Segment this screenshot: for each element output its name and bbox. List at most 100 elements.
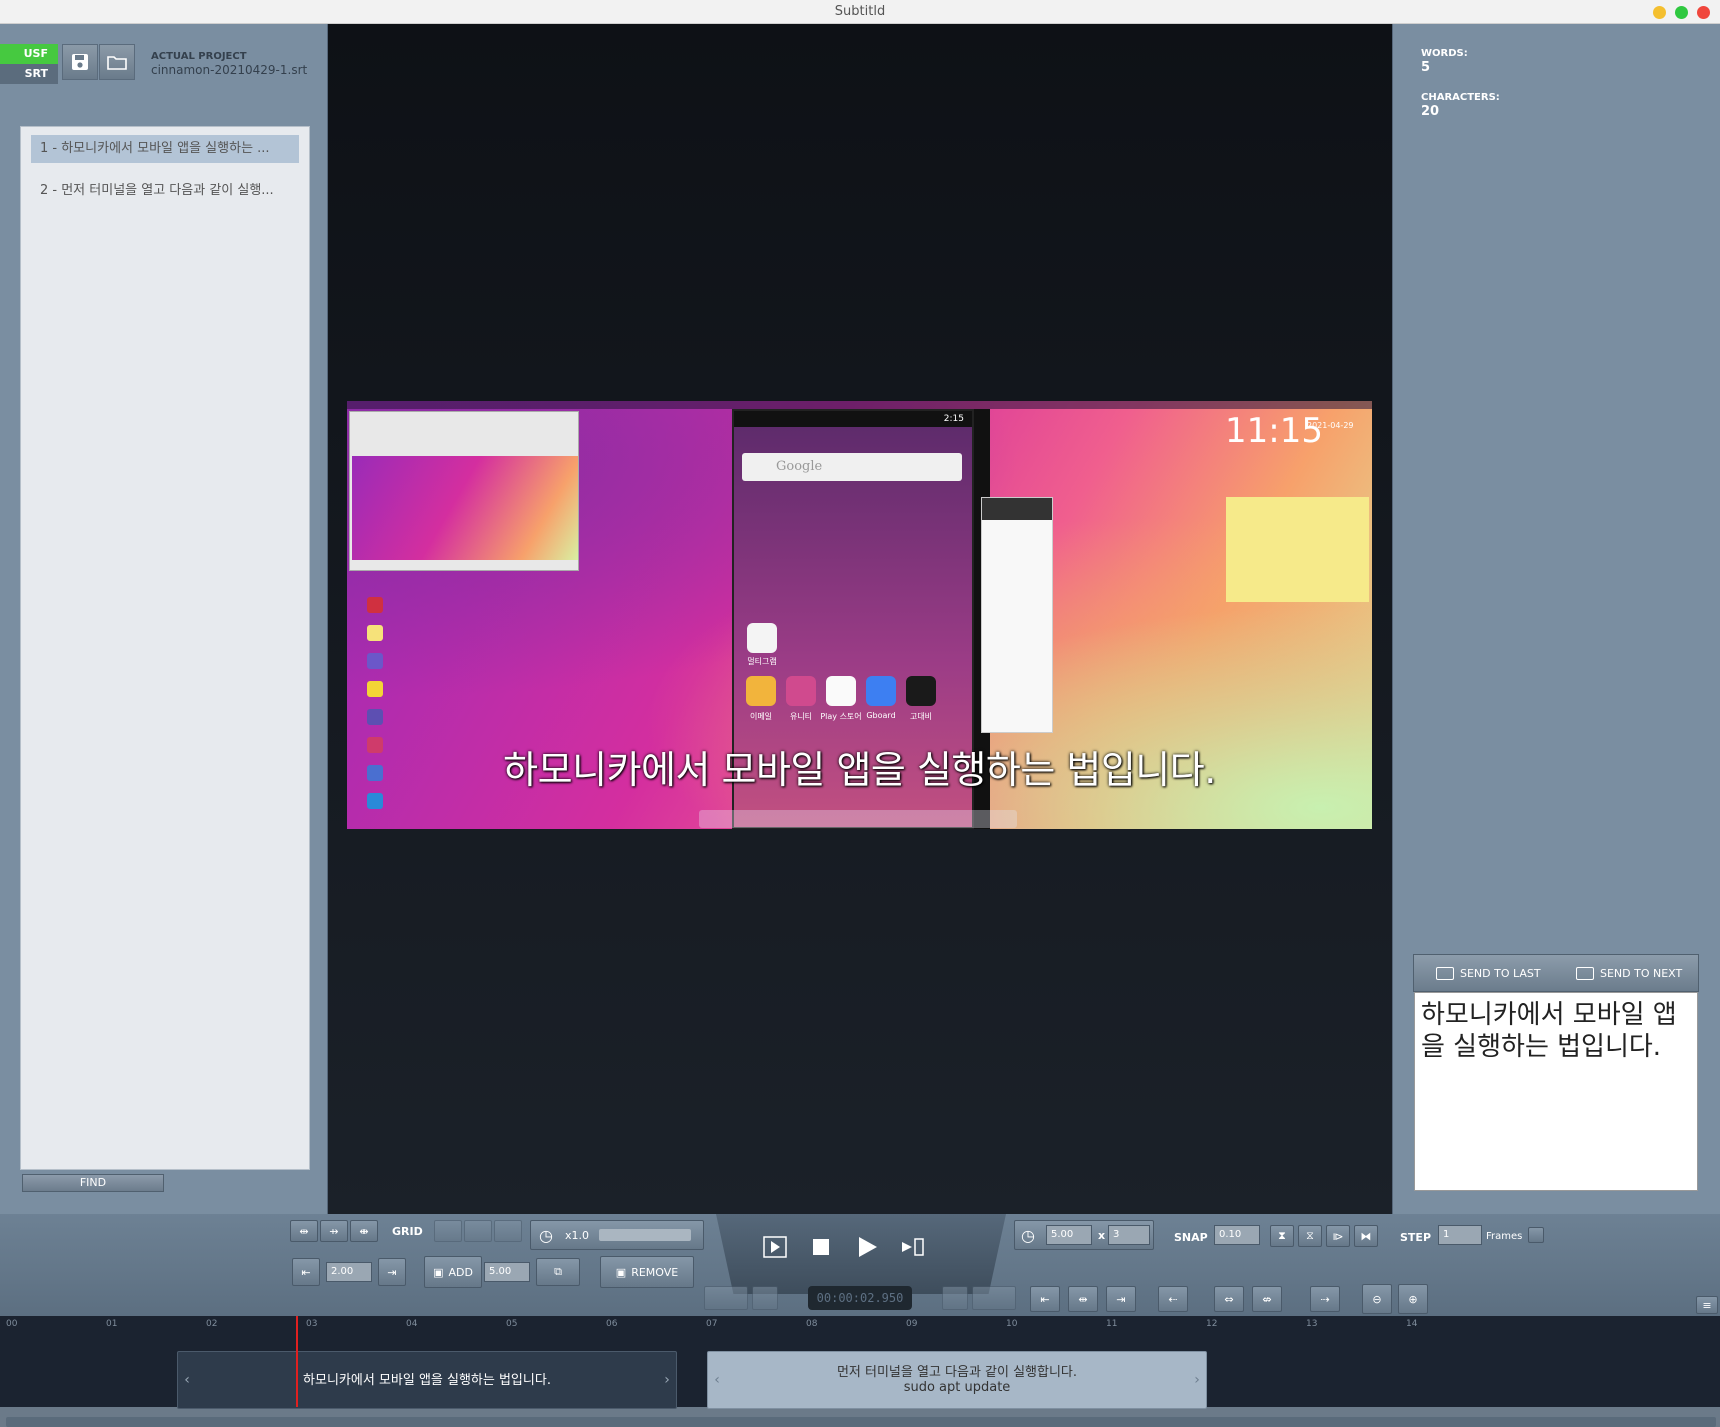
video-viewport[interactable]: 2:15 Google 멀티그램 이메일 유니티 Play 스토어 Gboard… xyxy=(328,24,1392,1214)
nudge-forward-button[interactable] xyxy=(942,1286,968,1310)
find-button[interactable]: FIND xyxy=(22,1174,164,1192)
grid-toggle-2[interactable]: ⇸ xyxy=(320,1220,348,1242)
subtitle-list: 1 - 하모니카에서 모바일 앱을 실행하는 ... 2 - 먼저 터미널을 열… xyxy=(20,126,310,1170)
characters-label: CHARACTERS: xyxy=(1421,92,1500,103)
open-folder-button[interactable] xyxy=(99,44,135,80)
desktop-icon xyxy=(367,597,383,613)
zoom-in-button[interactable]: ⊕ xyxy=(1398,1284,1428,1314)
snap-option-2[interactable]: ⧖ xyxy=(1298,1225,1322,1247)
send-to-last-button[interactable]: SEND TO LAST xyxy=(1436,967,1541,980)
clip-start-handle[interactable]: ‹ xyxy=(178,1352,196,1408)
center-button[interactable]: ⇹ xyxy=(1068,1286,1098,1312)
play-store-icon xyxy=(826,676,856,706)
ruler-tick: 04 xyxy=(406,1319,418,1329)
timeline-scrollbar[interactable] xyxy=(6,1417,1716,1427)
clip-end-handle[interactable]: › xyxy=(1188,1352,1206,1408)
usf-format-button[interactable]: USF xyxy=(0,44,58,64)
jump-end-button[interactable]: ⇥ xyxy=(1106,1286,1136,1312)
play-from-start-button[interactable] xyxy=(752,1230,798,1264)
desktop-clock: 11:15 xyxy=(1225,411,1323,451)
play-from-start-icon xyxy=(763,1236,787,1258)
words-count: 5 xyxy=(1421,60,1431,75)
desktop-icon xyxy=(367,709,383,725)
add-duration-spinner[interactable]: 5.00 xyxy=(484,1262,530,1282)
step-spinner[interactable]: 1 xyxy=(1438,1225,1482,1245)
zoom-out-button[interactable]: ⊖ xyxy=(1362,1284,1392,1314)
timeline-clip[interactable]: ‹ 하모니카에서 모바일 앱을 실행하는 법입니다. › xyxy=(177,1351,677,1409)
stop-button[interactable] xyxy=(798,1230,844,1264)
play-next-button[interactable] xyxy=(890,1230,936,1264)
send-to-next-label: SEND TO NEXT xyxy=(1600,967,1683,980)
times-label: x xyxy=(1098,1229,1106,1242)
snap-option-3[interactable]: ⧐ xyxy=(1326,1225,1350,1247)
clip-end-handle[interactable]: › xyxy=(658,1352,676,1408)
timeline-clip[interactable]: ‹ 먼저 터미널을 열고 다음과 같이 실행합니다. sudo apt upda… xyxy=(707,1351,1207,1409)
jump-start-button[interactable]: ⇤ xyxy=(1030,1286,1060,1312)
app-label: 고대비 xyxy=(909,712,933,721)
trim-both-button[interactable]: ⇎ xyxy=(1252,1286,1282,1312)
grid-toggle-3[interactable]: ⇼ xyxy=(350,1220,378,1242)
app-label: 이메일 xyxy=(749,712,773,721)
ruler-tick: 01 xyxy=(106,1319,118,1329)
timeline-playhead[interactable] xyxy=(296,1316,298,1407)
app-icon xyxy=(747,623,777,653)
send-to-next-icon xyxy=(1576,967,1594,980)
srt-format-button[interactable]: SRT xyxy=(0,64,58,84)
grid-option-2[interactable] xyxy=(464,1220,492,1242)
send-toolbar: SEND TO LAST SEND TO NEXT xyxy=(1413,954,1699,992)
send-to-next-button[interactable]: SEND TO NEXT xyxy=(1576,967,1682,980)
play-button[interactable] xyxy=(844,1230,890,1264)
timecode-display: 00:00:02.950 xyxy=(808,1286,912,1310)
close-button[interactable] xyxy=(1697,6,1710,19)
clip-text: 먼저 터미널을 열고 다음과 같이 실행합니다. xyxy=(836,1365,1078,1380)
step-unit-toggle[interactable] xyxy=(1528,1227,1544,1243)
duration-grow-button[interactable]: ⇥ xyxy=(378,1258,406,1286)
remove-button[interactable]: ▣ REMOVE xyxy=(600,1256,694,1288)
clock-icon: ◷ xyxy=(539,1225,553,1245)
list-item[interactable]: 1 - 하모니카에서 모바일 앱을 실행하는 ... xyxy=(31,135,299,163)
trim-end-button[interactable]: ⇢ xyxy=(1310,1286,1340,1312)
add-button[interactable]: ▣ ADD xyxy=(424,1256,482,1288)
project-label: ACTUAL PROJECT xyxy=(151,51,247,62)
speed-control[interactable]: ◷ x1.0 xyxy=(530,1220,704,1250)
menu-button[interactable]: ≡ xyxy=(1696,1296,1718,1314)
grid-option-1[interactable] xyxy=(434,1220,462,1242)
right-panel: WORDS: 5 CHARACTERS: 20 SEND TO LAST SEN… xyxy=(1392,24,1720,1214)
maximize-button[interactable] xyxy=(1675,6,1688,19)
snap-spinner[interactable]: 0.10 xyxy=(1214,1225,1260,1245)
nudge-back-2-button[interactable] xyxy=(752,1286,778,1310)
nudge-back-button[interactable] xyxy=(704,1286,748,1310)
snap-option-1[interactable]: ⧗ xyxy=(1270,1225,1294,1247)
trim-mid-button[interactable]: ⇔ xyxy=(1214,1286,1244,1312)
speed-slider[interactable] xyxy=(598,1229,691,1241)
duration-spinner[interactable]: 2.00 xyxy=(326,1262,372,1282)
title-bar: Subtitld xyxy=(0,0,1720,24)
duration-shrink-button[interactable]: ⇤ xyxy=(292,1258,320,1286)
ruler-tick: 02 xyxy=(206,1319,218,1329)
folder-icon xyxy=(107,56,127,70)
clip-start-handle[interactable]: ‹ xyxy=(708,1352,726,1408)
minimize-button[interactable] xyxy=(1653,6,1666,19)
trim-start-button[interactable]: ⇠ xyxy=(1158,1286,1188,1312)
step-label: STEP xyxy=(1400,1231,1432,1244)
split-button[interactable]: ⧉ xyxy=(536,1258,580,1286)
subtitle-text-editor[interactable]: 하모니카에서 모바일 앱을 실행하는 법입니다. xyxy=(1414,992,1698,1191)
list-item[interactable]: 2 - 먼저 터미널을 열고 다음과 같이 실행... xyxy=(31,177,299,205)
ruler-tick: 03 xyxy=(306,1319,318,1329)
nudge-forward-2-button[interactable] xyxy=(972,1286,1016,1310)
grid-option-3[interactable] xyxy=(494,1220,522,1242)
repeat-spinner[interactable]: 3 xyxy=(1108,1225,1150,1245)
add-icon: ▣ xyxy=(433,1265,444,1279)
project-filename: cinnamon-20210429-1.srt xyxy=(151,63,308,77)
save-icon xyxy=(72,54,88,70)
timeline[interactable]: 00 01 02 03 04 05 06 07 08 09 10 11 12 1… xyxy=(0,1316,1720,1409)
snap-option-4[interactable]: ⧓ xyxy=(1354,1225,1378,1247)
zoom-out-icon: ⊖ xyxy=(1372,1292,1382,1306)
grid-toggle-1[interactable]: ⇹ xyxy=(290,1220,318,1242)
gboard-icon xyxy=(866,676,896,706)
timer-spinner[interactable]: 5.00 xyxy=(1046,1225,1092,1245)
save-button[interactable] xyxy=(62,44,98,80)
speed-label: x1.0 xyxy=(564,1228,589,1242)
words-label: WORDS: xyxy=(1421,48,1468,59)
ruler-tick: 12 xyxy=(1206,1319,1218,1329)
